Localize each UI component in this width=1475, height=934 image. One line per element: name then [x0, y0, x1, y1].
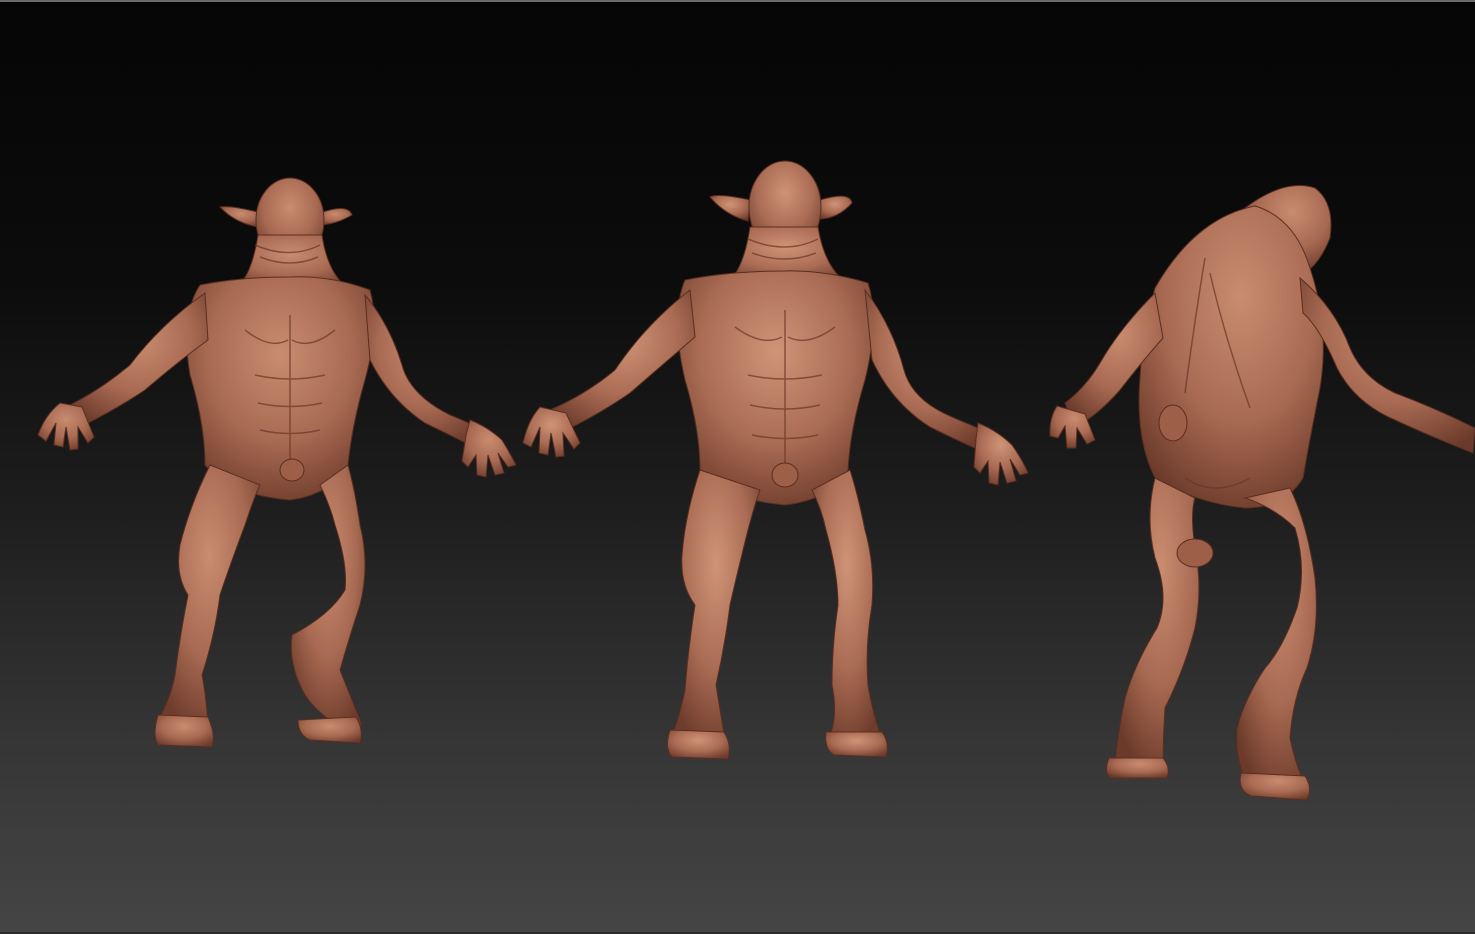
creature-model-back-right[interactable]	[1045, 178, 1475, 808]
viewport-top-border	[0, 0, 1475, 2]
creature-model-front-center[interactable]	[520, 155, 1040, 765]
3d-viewport[interactable]	[0, 0, 1475, 934]
creature-model-front-left[interactable]	[30, 165, 520, 755]
